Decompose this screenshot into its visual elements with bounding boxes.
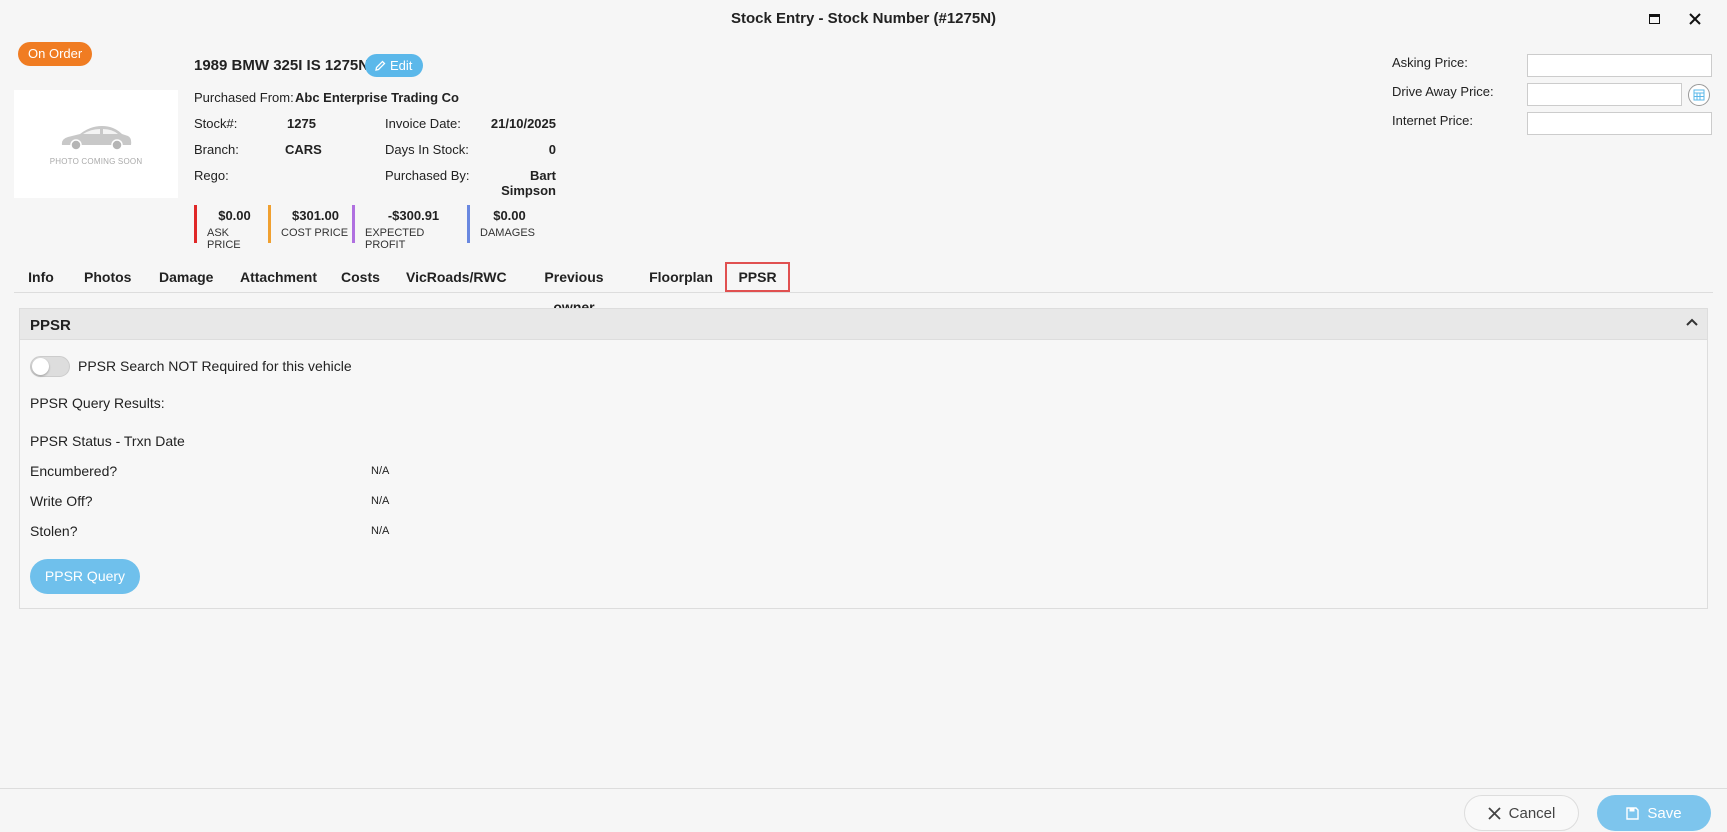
- stolen-label: Stolen?: [30, 523, 78, 539]
- vehicle-photo-placeholder[interactable]: PHOTO COMING SOON: [14, 90, 178, 198]
- calculator-button[interactable]: [1688, 84, 1710, 106]
- kpi-cost-price: $301.00 COST PRICE: [268, 205, 350, 243]
- cancel-button-label: Cancel: [1508, 804, 1556, 822]
- tab-bar: Info Photos Damage Attachment Costs VicR…: [14, 260, 1713, 315]
- maximize-button[interactable]: [1642, 8, 1666, 30]
- tab-info[interactable]: Info: [26, 262, 56, 292]
- tab-attachment[interactable]: Attachment: [240, 262, 317, 292]
- purchased-from-value: Abc Enterprise Trading Co: [295, 90, 459, 105]
- edit-button-label: Edit: [390, 58, 413, 73]
- tab-vicroads-rwc[interactable]: VicRoads/RWC: [406, 262, 507, 292]
- ppsr-query-button[interactable]: PPSR Query: [30, 559, 140, 594]
- stock-number-value: 1275: [287, 116, 316, 131]
- write-off-value: N/A: [371, 495, 390, 507]
- purchased-from-label: Purchased From:: [194, 90, 294, 105]
- kpi-ask-price: $0.00 ASK PRICE: [194, 205, 262, 251]
- tab-ppsr[interactable]: PPSR: [725, 262, 790, 292]
- days-in-stock-label: Days In Stock:: [385, 142, 469, 157]
- internet-price-label: Internet Price:: [1392, 113, 1473, 128]
- days-in-stock-value: 0: [548, 142, 556, 157]
- footer-bar: Cancel Save: [0, 788, 1727, 832]
- purchased-by-label: Purchased By:: [385, 168, 470, 183]
- write-off-label: Write Off?: [30, 493, 93, 509]
- tab-previous-owner[interactable]: Previous owner: [524, 262, 624, 315]
- stolen-value: N/A: [371, 525, 390, 537]
- invoice-date-value: 21/10/2025: [490, 116, 556, 131]
- internet-price-input[interactable]: [1527, 112, 1712, 135]
- status-badge: On Order: [18, 42, 93, 66]
- ppsr-panel-header[interactable]: PPSR: [20, 309, 1707, 340]
- close-icon: [1689, 13, 1701, 25]
- tab-floorplan[interactable]: Floorplan: [649, 262, 713, 292]
- close-button[interactable]: [1683, 8, 1707, 30]
- kpi-value: $301.00: [292, 208, 339, 223]
- kpi-label: EXPECTED PROFIT: [365, 227, 425, 251]
- ppsr-panel-title: PPSR: [30, 317, 71, 334]
- calculator-icon: [1693, 89, 1705, 101]
- edit-button[interactable]: Edit: [365, 54, 424, 77]
- window-title: Stock Entry - Stock Number (#1275N): [730, 10, 997, 27]
- purchased-by-value: Bart Simpson: [501, 168, 556, 198]
- drive-away-price-input[interactable]: [1527, 83, 1682, 106]
- kpi-expected-profit: -$300.91 EXPECTED PROFIT: [352, 205, 462, 251]
- stock-number-label: Stock#:: [194, 116, 238, 131]
- rego-label: Rego:: [194, 168, 229, 183]
- save-button-label: Save: [1647, 804, 1682, 822]
- kpi-label: COST PRICE: [281, 227, 349, 239]
- save-icon: [1626, 806, 1640, 820]
- asking-price-input[interactable]: [1527, 54, 1712, 77]
- maximize-icon: [1648, 14, 1660, 24]
- encumbered-label: Encumbered?: [30, 463, 118, 479]
- kpi-value: -$300.91: [387, 208, 440, 223]
- save-button[interactable]: Save: [1597, 795, 1711, 831]
- kpi-label: ASK PRICE: [207, 227, 241, 251]
- encumbered-value: N/A: [371, 465, 390, 477]
- window-titlebar: Stock Entry - Stock Number (#1275N): [0, 0, 1727, 38]
- kpi-value: $0.00: [218, 208, 251, 223]
- photo-caption: PHOTO COMING SOON: [49, 156, 143, 166]
- ppsr-toggle-label: PPSR Search NOT Required for this vehicl…: [78, 358, 352, 374]
- asking-price-label: Asking Price:: [1392, 55, 1468, 70]
- tab-costs[interactable]: Costs: [341, 262, 380, 292]
- tab-photos[interactable]: Photos: [84, 262, 131, 292]
- cancel-button[interactable]: Cancel: [1464, 795, 1579, 831]
- tab-damage[interactable]: Damage: [159, 262, 213, 292]
- kpi-damages: $0.00 DAMAGES: [467, 205, 539, 243]
- ppsr-query-results-label: PPSR Query Results:: [30, 395, 165, 411]
- ppsr-status-label: PPSR Status - Trxn Date: [30, 433, 185, 449]
- ppsr-not-required-toggle[interactable]: [30, 356, 70, 377]
- car-icon: [61, 125, 132, 151]
- pencil-icon: [375, 60, 386, 71]
- chevron-up-icon[interactable]: [1685, 315, 1699, 329]
- invoice-date-label: Invoice Date:: [385, 116, 461, 131]
- drive-away-price-label: Drive Away Price:: [1392, 84, 1494, 99]
- branch-label: Branch:: [194, 142, 239, 157]
- toggle-knob: [32, 358, 49, 375]
- kpi-value: $0.00: [493, 208, 526, 223]
- vehicle-title: 1989 BMW 325I IS 1275N: [194, 57, 370, 74]
- branch-value: CARS: [285, 142, 322, 157]
- ppsr-panel: PPSR PPSR Search NOT Required for this v…: [19, 308, 1708, 609]
- close-icon: [1488, 806, 1501, 820]
- kpi-label: DAMAGES: [480, 227, 536, 239]
